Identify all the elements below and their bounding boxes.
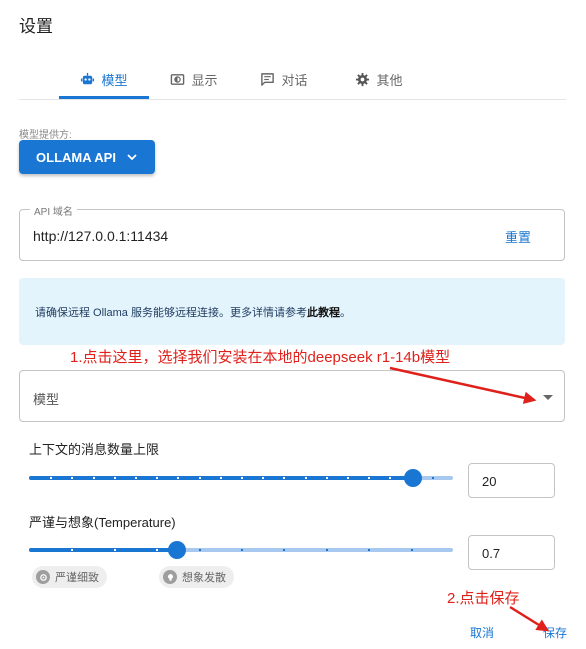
slider-tick-mark [326,477,328,479]
tab-model-label: 模型 [101,72,128,88]
provider-select-button[interactable]: OLLAMA API [19,140,155,174]
chat-icon [261,72,275,86]
context-limit-input[interactable]: 20 [468,463,555,498]
precision-icon [36,570,50,584]
strict-chip-label: 严谨细致 [55,572,99,584]
annotation-step1: 1.点击这里，选择我们安装在本地的deepseek r1-14b模型 [70,349,451,366]
info-message: 请确保远程 Ollama 服务能够远程连接。更多详情请参考 [35,307,307,319]
tab-other-label: 其他 [376,72,403,88]
context-limit-label: 上下文的消息数量上限 [29,442,160,457]
info-alert: 请确保远程 Ollama 服务能够远程连接。更多详情请参考此教程。 [19,278,565,345]
gear-icon [356,72,370,86]
creative-chip: 想象发散 [159,566,234,588]
slider-tick-mark [156,549,158,551]
tab-chat[interactable]: 对话 [239,60,329,98]
slider-tick-mark [241,477,243,479]
dialog-title: 设置 [19,17,53,36]
chevron-down-icon [127,154,137,161]
slider-tick-mark [411,549,413,551]
info-suffix: 。 [339,307,351,319]
lightbulb-icon [163,570,177,584]
slider-tick-mark [71,549,73,551]
api-host-value[interactable]: http://127.0.0.1:11434 [33,228,168,244]
slider-tick-mark [156,477,158,479]
slider-track [29,548,177,552]
slider-tick-mark [389,477,391,479]
slider-tick-mark [93,477,95,479]
provider-label: 模型提供方: [19,130,72,141]
slider-tick-mark [262,477,264,479]
slider-thumb[interactable] [404,469,422,487]
temperature-label: 严谨与想象(Temperature) [29,515,176,530]
settings-tabs: 模型 显示 对话 其他 [59,60,429,100]
tutorial-link[interactable]: 此教程 [307,307,340,319]
creative-chip-label: 想象发散 [182,572,226,584]
slider-tick-mark [177,477,179,479]
slider-tick-mark [199,549,201,551]
strict-chip: 严谨细致 [32,566,107,588]
api-host-field[interactable]: API 域名 http://127.0.0.1:11434 重置 [19,203,565,261]
slider-tick-mark [326,549,328,551]
slider-tick-mark [71,477,73,479]
slider-thumb[interactable] [168,541,186,559]
tab-other[interactable]: 其他 [329,60,429,98]
slider-tick-mark [241,549,243,551]
tab-display[interactable]: 显示 [149,60,239,98]
context-limit-slider[interactable] [29,468,453,488]
tabs-divider [19,99,566,100]
robot-icon [81,72,95,84]
reset-button[interactable]: 重置 [505,227,531,246]
save-button[interactable]: 保存 [543,624,567,641]
temperature-input[interactable]: 0.7 [468,535,555,570]
display-icon [171,73,185,85]
temperature-slider[interactable] [29,540,453,560]
slider-tick-mark [368,477,370,479]
slider-tick-mark [283,549,285,551]
tab-display-label: 显示 [191,72,218,88]
slider-tick-mark [220,477,222,479]
slider-tick-mark [114,477,116,479]
slider-tick-mark [305,477,307,479]
cancel-button[interactable]: 取消 [470,624,494,641]
provider-value: OLLAMA API [36,149,116,165]
info-text: 请确保远程 Ollama 服务能够远程连接。更多详情请参考此教程。 [35,304,351,320]
api-host-label: API 域名 [30,203,77,218]
caret-down-icon [543,395,553,400]
slider-tick-mark [199,477,201,479]
arrow-to-save-button [509,605,550,632]
slider-tick-mark [432,477,434,479]
slider-tick-mark [347,477,349,479]
tab-model[interactable]: 模型 [59,60,149,98]
slider-tick-mark [114,549,116,551]
model-select-placeholder: 模型 [33,392,60,407]
annotation-step2: 2.点击保存 [447,590,520,607]
slider-tick-mark [368,549,370,551]
slider-tick-mark [283,477,285,479]
slider-tick-mark [50,477,52,479]
tab-chat-label: 对话 [281,72,308,88]
slider-tick-mark [135,477,137,479]
model-select[interactable]: 模型 [19,370,565,422]
